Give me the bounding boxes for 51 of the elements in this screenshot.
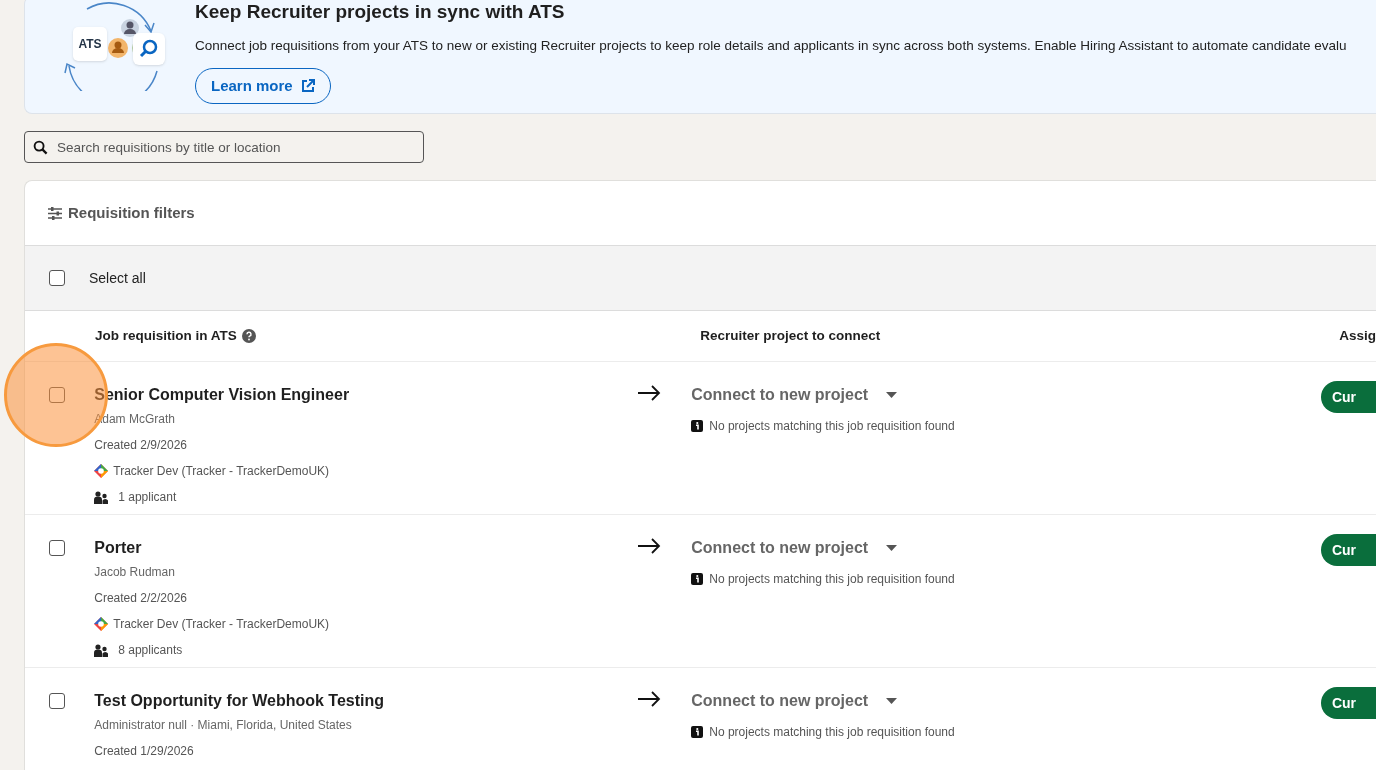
created-date: Created 1/29/2026 xyxy=(94,743,195,760)
checkbox[interactable] xyxy=(49,270,65,286)
column-header: Job requisition in ATS xyxy=(95,326,237,345)
info-icon xyxy=(691,573,704,585)
no-match-note: No projects matching this job requisition found xyxy=(709,724,955,741)
banner-description: Connect job requisitions from your ATS to new or existing Recruiter projects to keep role details and applicants in sync across both systems. Enable Hiring Assistant to automate candidate evalu xyxy=(195,37,1347,55)
checkbox[interactable] xyxy=(49,387,65,403)
status-badge: Cur xyxy=(1320,534,1376,566)
project-dropdown[interactable]: Connect to new project xyxy=(691,385,898,405)
info-icon xyxy=(691,726,704,738)
checkbox[interactable] xyxy=(49,540,65,556)
created-date: Created 2/9/2026 xyxy=(94,437,188,454)
created-date: Created 2/2/2026 xyxy=(94,590,188,607)
source-text: Tracker Dev (Tracker - TrackerDemoUK) xyxy=(113,463,330,480)
owner-text: Jacob Rudman xyxy=(94,564,176,581)
people-icon xyxy=(94,643,109,657)
column-header: Recruiter project to connect xyxy=(700,326,882,345)
search-icon xyxy=(33,140,48,155)
arrow-right-icon xyxy=(637,385,662,401)
help-icon xyxy=(241,329,256,343)
requisition-title[interactable]: Porter xyxy=(94,538,587,558)
column-header: Assig xyxy=(1339,326,1376,345)
select-all-label[interactable]: Select all xyxy=(89,267,146,289)
status-badge: Cur xyxy=(1320,381,1376,413)
owner-text: Administrator null · Miami, Florida, United States xyxy=(94,717,353,734)
requisition-title[interactable]: Test Opportunity for Webhook Testing xyxy=(94,691,587,711)
sliders-icon xyxy=(48,206,62,220)
people-icon xyxy=(94,490,109,504)
applicant-count: 8 applicants xyxy=(118,642,183,659)
no-match-note: No projects matching this job requisition found xyxy=(709,418,955,435)
tracker-logo-icon xyxy=(94,464,109,478)
requisition-filters-button[interactable]: Requisition filters xyxy=(48,201,195,225)
search-field[interactable]: Search requisitions by title or location xyxy=(24,131,424,163)
checkbox[interactable] xyxy=(49,693,65,709)
caret-icon xyxy=(886,392,898,398)
banner-title: Keep Recruiter projects in sync with ATS xyxy=(195,0,566,24)
search-icon xyxy=(133,33,165,65)
status-badge: Cur xyxy=(1320,687,1376,719)
applicant-count: 1 applicant xyxy=(118,489,177,506)
project-dropdown[interactable]: Connect to new project xyxy=(691,538,898,558)
caret-icon xyxy=(886,545,898,551)
source-text: Tracker Dev (Tracker - TrackerDemoUK) xyxy=(113,616,330,633)
tracker-logo-icon xyxy=(94,617,109,631)
caret-icon xyxy=(886,698,898,704)
ats-label: ATS xyxy=(73,27,107,61)
arrow-right-icon xyxy=(637,538,662,554)
project-dropdown[interactable]: Connect to new project xyxy=(691,691,898,711)
arrow-right-icon xyxy=(637,691,662,707)
no-match-note: No projects matching this job requisition found xyxy=(709,571,955,588)
external-link-icon xyxy=(300,79,315,94)
info-icon xyxy=(691,420,704,432)
